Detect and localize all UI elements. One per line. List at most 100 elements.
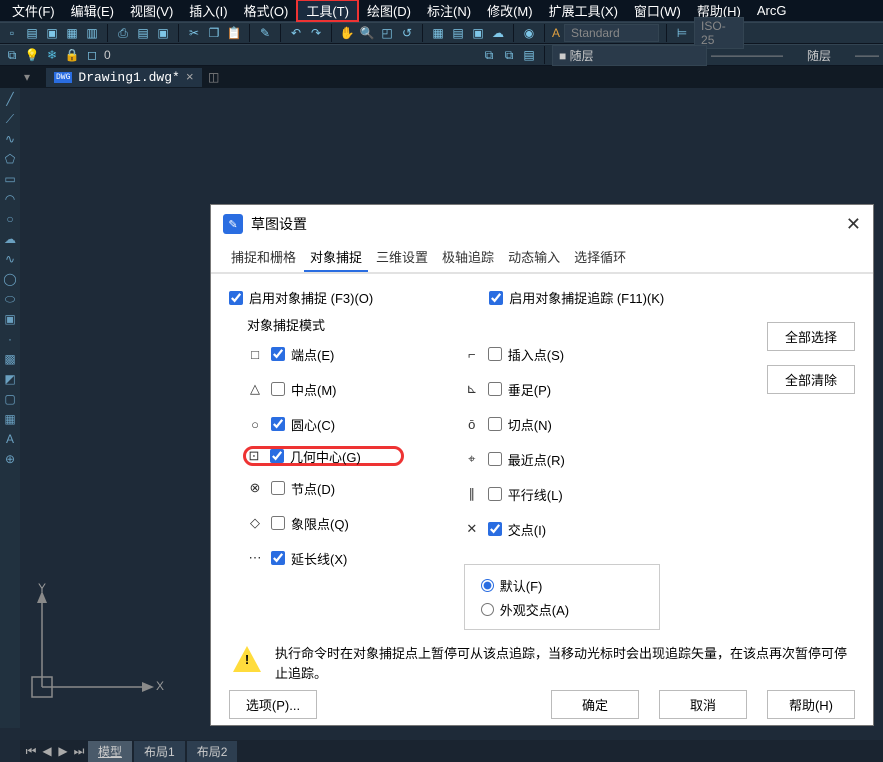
zoomwin-icon[interactable]: ◰ — [379, 25, 395, 41]
prev-tab-icon[interactable]: ◀ — [40, 744, 54, 758]
midpoint-checkbox[interactable]: 中点(M) — [271, 380, 337, 399]
region-icon[interactable]: ▢ — [2, 392, 18, 408]
hatch-icon[interactable]: ▩ — [2, 352, 18, 368]
saveas-icon[interactable]: ▦ — [64, 25, 80, 41]
color-bylayer-dropdown[interactable]: ■ 随层 — [552, 45, 707, 66]
intersection-checkbox[interactable]: 交点(I) — [488, 520, 546, 539]
tab-polar[interactable]: 极轴追踪 — [436, 243, 500, 272]
help-button[interactable]: 帮助(H) — [767, 690, 855, 719]
import-icon[interactable]: ▥ — [84, 25, 100, 41]
menu-edit[interactable]: 编辑(E) — [63, 1, 122, 20]
layout2-tab[interactable]: 布局2 — [187, 741, 238, 762]
cut-icon[interactable]: ✂ — [186, 25, 202, 41]
nearest-checkbox[interactable]: 最近点(R) — [488, 450, 565, 469]
tab-dynamic[interactable]: 动态输入 — [502, 243, 566, 272]
new-icon[interactable]: ▫ — [4, 25, 20, 41]
tab-3d[interactable]: 三维设置 — [370, 243, 434, 272]
quadrant-checkbox[interactable]: 象限点(Q) — [271, 514, 349, 533]
close-icon[interactable]: ✕ — [846, 214, 861, 235]
last-tab-icon[interactable]: ⏭ — [72, 744, 86, 759]
menu-modify[interactable]: 修改(M) — [479, 1, 541, 20]
block-icon[interactable]: ▣ — [2, 312, 18, 328]
polygon-icon[interactable]: ⬠ — [2, 152, 18, 168]
text-style-dropdown[interactable]: Standard — [564, 24, 659, 42]
addsel-icon[interactable]: ⊕ — [2, 452, 18, 468]
menu-arc[interactable]: ArcG — [749, 3, 795, 18]
next-tab-icon[interactable]: ▶ — [56, 744, 70, 758]
menu-draw[interactable]: 绘图(D) — [359, 1, 419, 20]
copy-icon[interactable]: ❐ — [206, 25, 222, 41]
spline-icon[interactable]: ∿ — [2, 252, 18, 268]
layer-walk-icon[interactable]: ⧉ — [481, 47, 497, 63]
layer-state-icon[interactable]: ⧉ — [501, 47, 517, 63]
mtext-icon[interactable]: A — [2, 432, 18, 448]
preview-icon[interactable]: ▣ — [155, 25, 171, 41]
render-icon[interactable]: ◉ — [521, 25, 537, 41]
ellipsearc-icon[interactable]: ⬭ — [2, 292, 18, 308]
table-icon[interactable]: ▤ — [450, 25, 466, 41]
cancel-button[interactable]: 取消 — [659, 690, 747, 719]
enable-track-checkbox[interactable]: 启用对象捕捉追踪 (F11)(K) — [489, 288, 664, 307]
table2-icon[interactable]: ▦ — [2, 412, 18, 428]
parallel-checkbox[interactable]: 平行线(L) — [488, 485, 563, 504]
prop-icon[interactable]: ▣ — [470, 25, 486, 41]
bulb-icon[interactable]: 💡 — [24, 47, 40, 63]
dimstyle-icon[interactable]: ⊨ — [674, 25, 690, 41]
menu-insert[interactable]: 插入(I) — [181, 1, 235, 20]
enable-track-input[interactable] — [489, 291, 503, 305]
open-icon[interactable]: ▤ — [24, 25, 40, 41]
plot-icon[interactable]: ▤ — [135, 25, 151, 41]
enable-osnap-input[interactable] — [229, 291, 243, 305]
menu-format[interactable]: 格式(O) — [236, 1, 297, 20]
arc-icon[interactable]: ◠ — [2, 192, 18, 208]
menu-ext-tools[interactable]: 扩展工具(X) — [541, 1, 626, 20]
tab-dropdown-icon[interactable]: ▾ — [24, 70, 42, 84]
center-checkbox[interactable]: 圆心(C) — [271, 415, 335, 434]
gradient-icon[interactable]: ◩ — [2, 372, 18, 388]
select-all-button[interactable]: 全部选择 — [767, 322, 855, 351]
apparent-radio[interactable] — [481, 603, 494, 616]
freeze-icon[interactable]: ❄ — [44, 47, 60, 63]
ok-button[interactable]: 确定 — [551, 690, 639, 719]
ellipse-icon[interactable]: ◯ — [2, 272, 18, 288]
layer-prev-icon[interactable]: ▤ — [521, 47, 537, 63]
revcloud-icon[interactable]: ☁ — [2, 232, 18, 248]
pline-icon[interactable]: ∿ — [2, 132, 18, 148]
zoomprev-icon[interactable]: ↺ — [399, 25, 415, 41]
print-icon[interactable]: ⎙ — [115, 25, 131, 41]
lock-icon[interactable]: 🔒 — [64, 47, 80, 63]
menu-window[interactable]: 窗口(W) — [626, 1, 689, 20]
extension-checkbox[interactable]: 延长线(X) — [271, 549, 347, 568]
calc-icon[interactable]: ▦ — [430, 25, 446, 41]
close-tab-icon[interactable]: × — [186, 70, 194, 85]
rect-icon[interactable]: ▭ — [2, 172, 18, 188]
point-icon[interactable]: · — [2, 332, 18, 348]
redo-icon[interactable]: ↷ — [308, 25, 324, 41]
node-checkbox[interactable]: 节点(D) — [271, 479, 335, 498]
menu-view[interactable]: 视图(V) — [122, 1, 181, 20]
xline-icon[interactable]: ⟋ — [2, 112, 18, 128]
enable-osnap-checkbox[interactable]: 启用对象捕捉 (F3)(O) — [229, 288, 373, 307]
endpoint-checkbox[interactable]: 端点(E) — [271, 345, 334, 364]
tab-cycle[interactable]: 选择循环 — [568, 243, 632, 272]
menu-file[interactable]: 文件(F) — [4, 1, 63, 20]
match-icon[interactable]: ✎ — [257, 25, 273, 41]
layer-mgr-icon[interactable]: ⧉ — [4, 47, 20, 63]
anno-a-icon[interactable]: A — [552, 26, 560, 40]
layer-color-icon[interactable]: ◻ — [84, 47, 100, 63]
clear-all-button[interactable]: 全部清除 — [767, 365, 855, 394]
menu-annotate[interactable]: 标注(N) — [419, 1, 479, 20]
new-tab-icon[interactable]: ◫ — [206, 69, 222, 85]
pan-icon[interactable]: ✋ — [339, 25, 355, 41]
model-tab[interactable]: 模型 — [88, 741, 132, 762]
default-radio[interactable] — [481, 579, 494, 592]
paste-icon[interactable]: 📋 — [226, 25, 242, 41]
insert-checkbox[interactable]: 插入点(S) — [488, 345, 564, 364]
first-tab-icon[interactable]: ⏮ — [24, 744, 38, 759]
circle-icon[interactable]: ○ — [2, 212, 18, 228]
layout1-tab[interactable]: 布局1 — [134, 741, 185, 762]
zoomrt-icon[interactable]: 🔍 — [359, 25, 375, 41]
menu-tools[interactable]: 工具(T) — [296, 0, 359, 22]
save-icon[interactable]: ▣ — [44, 25, 60, 41]
tab-object-snap[interactable]: 对象捕捉 — [304, 243, 368, 272]
